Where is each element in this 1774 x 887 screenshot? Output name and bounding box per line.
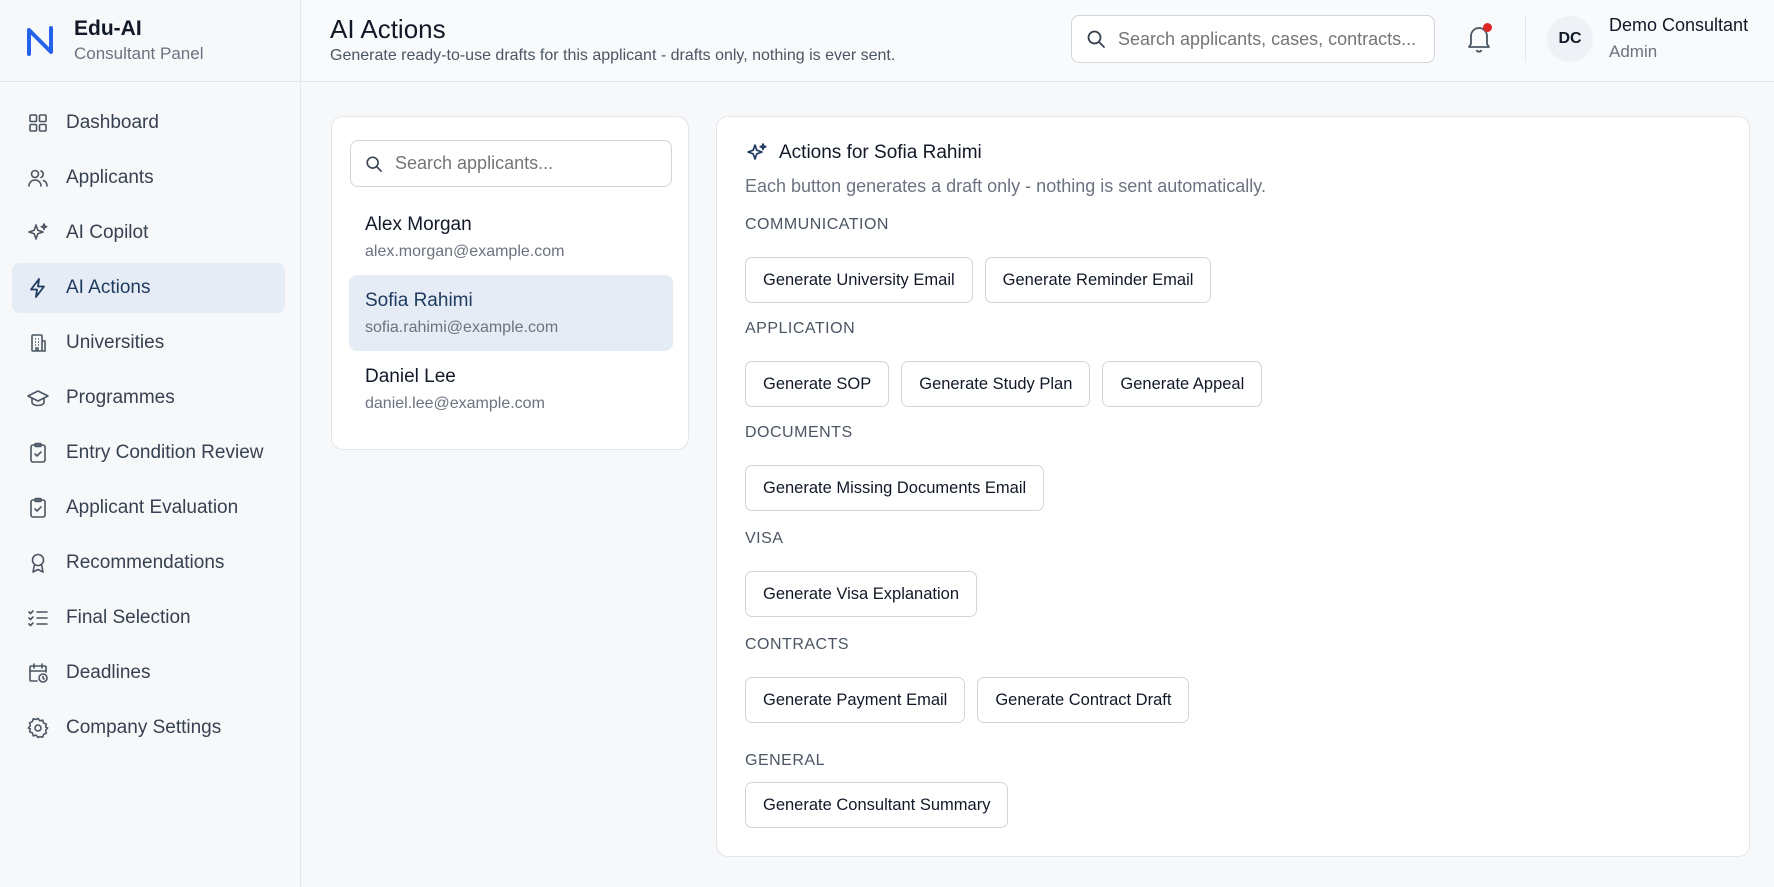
generate-appeal-button[interactable]: Generate Appeal (1102, 361, 1263, 407)
notification-dot (1483, 23, 1492, 32)
sidebar-item-label: Dashboard (66, 112, 159, 133)
avatar[interactable]: DC (1547, 16, 1593, 62)
top-header: AI Actions Generate ready-to-use drafts … (301, 0, 1774, 82)
button-row-documents: Generate Missing Documents Email (745, 465, 1045, 511)
user-name: Demo Consultant (1609, 15, 1749, 35)
award-icon (26, 551, 50, 575)
sidebar-item-recommendations[interactable]: Recommendations (12, 538, 285, 588)
sidebar-item-final-selection[interactable]: Final Selection (12, 593, 285, 643)
notifications-button[interactable] (1464, 22, 1494, 54)
building-icon (26, 331, 50, 355)
gear-icon (26, 716, 50, 740)
sidebar-item-label: AI Copilot (66, 222, 149, 243)
sidebar-item-label: Deadlines (66, 662, 151, 683)
global-search[interactable] (1071, 15, 1435, 63)
actions-title: Actions for Sofia Rahimi (745, 141, 982, 165)
applicant-email: alex.morgan@example.com (365, 243, 565, 260)
generate-sop-button[interactable]: Generate SOP (745, 361, 890, 407)
sidebar-item-label: Applicant Evaluation (66, 497, 239, 518)
sparkle-icon (747, 143, 767, 160)
actions-panel: Actions for Sofia Rahimi Each button gen… (716, 116, 1750, 857)
sparkle-icon (26, 221, 50, 245)
section-label-application: APPLICATION (745, 320, 856, 337)
applicant-email: sofia.rahimi@example.com (365, 319, 559, 336)
applicant-search[interactable] (350, 140, 672, 187)
sidebar-item-label: AI Actions (66, 277, 151, 298)
sidebar-item-company-settings[interactable]: Company Settings (12, 703, 285, 753)
button-row-communication: Generate University Email Generate Remin… (745, 257, 1212, 303)
sidebar-item-ai-actions[interactable]: AI Actions (12, 263, 285, 313)
sidebar-item-universities[interactable]: Universities (12, 318, 285, 368)
user-role: Admin (1609, 42, 1658, 61)
sidebar-item-dashboard[interactable]: Dashboard (12, 98, 285, 148)
brand-name: Edu-AI (74, 16, 142, 40)
applicant-name: Sofia Rahimi (365, 290, 473, 311)
list-item[interactable]: Sofia Rahimi sofia.rahimi@example.com (349, 275, 673, 351)
sidebar-item-label: Applicants (66, 167, 154, 188)
page-title: AI Actions (330, 14, 446, 44)
sidebar-item-label: Recommendations (66, 552, 225, 573)
global-search-input[interactable] (1118, 28, 1428, 50)
grid-icon (26, 111, 50, 135)
brand-subtitle: Consultant Panel (74, 43, 204, 63)
section-label-contracts: CONTRACTS (745, 636, 850, 653)
sidebar-item-label: Company Settings (66, 717, 222, 738)
generate-university-email-button[interactable]: Generate University Email (745, 257, 973, 303)
button-row-contracts: Generate Payment Email Generate Contract… (745, 677, 1190, 723)
list-item[interactable]: Daniel Lee daniel.lee@example.com (349, 351, 673, 427)
button-row-application: Generate SOP Generate Study Plan Generat… (745, 361, 1263, 407)
applicant-name: Daniel Lee (365, 366, 456, 387)
generate-reminder-email-button[interactable]: Generate Reminder Email (984, 257, 1212, 303)
sidebar-item-ai-copilot[interactable]: AI Copilot (12, 208, 285, 258)
section-label-general: GENERAL (745, 752, 825, 769)
brand: Edu-AI Consultant Panel (0, 0, 300, 82)
actions-title-text: Actions for Sofia Rahimi (779, 142, 982, 163)
applicant-email: daniel.lee@example.com (365, 395, 545, 412)
section-label-documents: DOCUMENTS (745, 424, 853, 441)
clipboard-check-icon (26, 496, 50, 520)
generate-contract-draft-button[interactable]: Generate Contract Draft (977, 677, 1190, 723)
search-icon (1087, 30, 1105, 48)
sidebar-item-entry-condition-review[interactable]: Entry Condition Review (12, 428, 285, 478)
sidebar-item-programmes[interactable]: Programmes (12, 373, 285, 423)
search-icon (366, 155, 383, 172)
list-item[interactable]: Alex Morgan alex.morgan@example.com (349, 199, 673, 275)
header-divider (1525, 16, 1526, 62)
applicants-panel: Alex Morgan alex.morgan@example.com Sofi… (331, 116, 689, 450)
sidebar-item-applicant-evaluation[interactable]: Applicant Evaluation (12, 483, 285, 533)
sidebar-item-label: Entry Condition Review (66, 442, 264, 463)
button-row-general: Generate Consultant Summary (745, 782, 1009, 828)
button-row-visa: Generate Visa Explanation (745, 571, 977, 617)
clipboard-check-icon (26, 441, 50, 465)
sidebar-item-label: Final Selection (66, 607, 191, 628)
actions-description: Each button generates a draft only - not… (745, 176, 1266, 196)
generate-visa-explanation-button[interactable]: Generate Visa Explanation (745, 571, 977, 617)
logo-icon (27, 25, 53, 56)
generate-missing-documents-email-button[interactable]: Generate Missing Documents Email (745, 465, 1045, 511)
sidebar-item-deadlines[interactable]: Deadlines (12, 648, 285, 698)
list-check-icon (26, 606, 50, 630)
section-label-communication: COMMUNICATION (745, 216, 889, 233)
page-subtitle: Generate ready-to-use drafts for this ap… (330, 47, 896, 64)
users-icon (26, 166, 50, 190)
calendar-clock-icon (26, 661, 50, 685)
sidebar: Edu-AI Consultant Panel Dashboard Applic… (0, 0, 301, 887)
section-label-visa: VISA (745, 530, 784, 547)
sidebar-nav: Dashboard Applicants AI Copilot AI Actio… (0, 82, 300, 753)
generate-payment-email-button[interactable]: Generate Payment Email (745, 677, 966, 723)
bolt-icon (26, 276, 50, 300)
graduation-cap-icon (26, 386, 50, 410)
applicant-search-input[interactable] (395, 153, 665, 174)
generate-consultant-summary-button[interactable]: Generate Consultant Summary (745, 782, 1009, 828)
applicant-name: Alex Morgan (365, 214, 472, 235)
generate-study-plan-button[interactable]: Generate Study Plan (901, 361, 1091, 407)
sidebar-item-label: Universities (66, 332, 165, 353)
applicant-list: Alex Morgan alex.morgan@example.com Sofi… (349, 199, 673, 427)
sidebar-item-label: Programmes (66, 387, 175, 408)
sidebar-item-applicants[interactable]: Applicants (12, 153, 285, 203)
